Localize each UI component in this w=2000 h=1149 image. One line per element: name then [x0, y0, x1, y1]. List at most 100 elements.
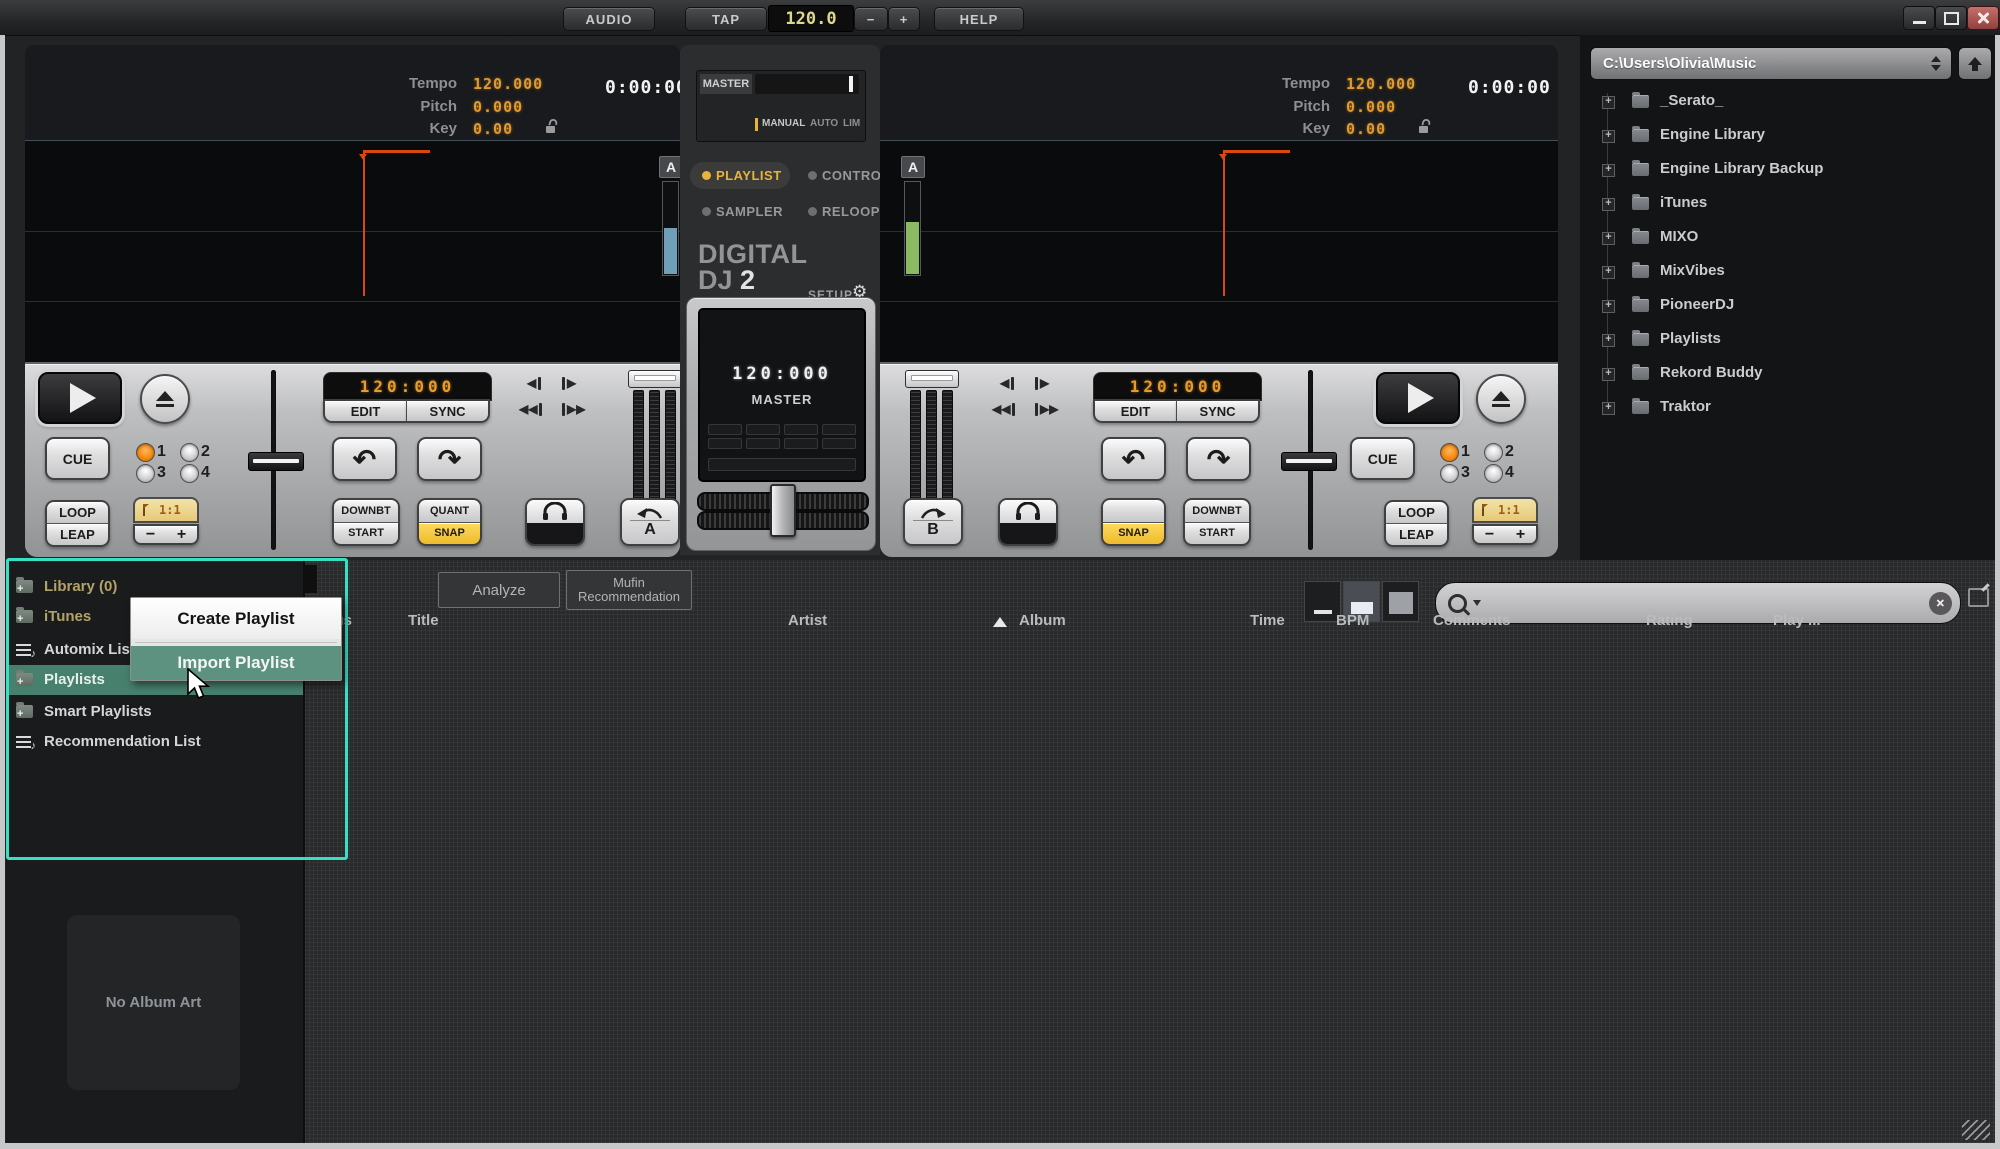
tree-item[interactable]: Playlists — [1660, 330, 1721, 347]
sync-button[interactable]: SYNC — [1177, 399, 1260, 423]
expander-icon[interactable]: + — [1602, 334, 1615, 347]
tree-item[interactable]: PioneerDJ — [1660, 296, 1734, 313]
loop-minus-button[interactable]: − — [146, 526, 155, 544]
eject-button[interactable] — [1476, 374, 1526, 424]
hotcue-3-radio[interactable] — [1440, 464, 1459, 483]
library-item-smart-playlists[interactable]: Smart Playlists — [6, 701, 303, 725]
column-artist[interactable]: Artist — [788, 612, 827, 629]
resize-grip[interactable] — [1962, 1120, 1990, 1140]
tree-item[interactable]: MixVibes — [1660, 262, 1725, 279]
start-button[interactable]: START — [1183, 523, 1251, 547]
redo-button[interactable]: ↷ — [417, 437, 482, 481]
tempo-plus-button[interactable]: + — [888, 7, 920, 31]
search-input[interactable] — [1481, 595, 1929, 612]
downbeat-button[interactable]: DOWNBT — [1183, 498, 1251, 523]
search-filter-arrow-icon[interactable] — [1473, 600, 1481, 606]
column-time[interactable]: Time — [1250, 612, 1285, 629]
lim-mode-label[interactable]: LIM — [843, 118, 860, 129]
seek-fwd-button[interactable]: ▶▶ — [562, 402, 585, 416]
keylock-open-icon[interactable] — [1416, 118, 1433, 134]
maximize-button[interactable] — [1935, 6, 1967, 30]
menu-item-import-playlist[interactable]: Import Playlist — [131, 646, 341, 680]
manual-mode-label[interactable]: MANUAL — [762, 118, 805, 129]
play-button[interactable] — [1376, 372, 1460, 424]
hotcue-1-radio[interactable] — [1440, 443, 1459, 462]
pitch-fader-handle[interactable] — [1281, 452, 1337, 471]
nudge-fwd-button[interactable]: ▶ — [1035, 376, 1049, 390]
expander-icon[interactable]: + — [1602, 198, 1615, 211]
tree-item[interactable]: _Serato_ — [1660, 92, 1723, 109]
expander-icon[interactable]: + — [1602, 402, 1615, 415]
downbeat-button[interactable]: DOWNBT — [332, 498, 400, 523]
crossfader-handle[interactable] — [770, 484, 796, 537]
hotcue-4-radio[interactable] — [1484, 464, 1503, 483]
expander-icon[interactable]: + — [1602, 130, 1615, 143]
close-button[interactable] — [1967, 6, 1999, 30]
sampler-tab[interactable]: SAMPLER — [716, 204, 783, 219]
expander-icon[interactable]: + — [1602, 300, 1615, 313]
expander-icon[interactable]: + — [1602, 164, 1615, 177]
expander-icon[interactable]: + — [1602, 96, 1615, 109]
leap-button[interactable]: LEAP — [1384, 524, 1449, 547]
snap-button[interactable]: SNAP — [1101, 523, 1166, 547]
assign-b-button[interactable]: B — [903, 498, 963, 546]
menu-item-create-playlist[interactable]: Create Playlist — [131, 598, 341, 639]
audio-button[interactable]: AUDIO — [563, 7, 655, 31]
master-volume-handle[interactable] — [849, 76, 853, 92]
hotcue-2-radio[interactable] — [1484, 443, 1503, 462]
assign-a-button[interactable]: A — [620, 498, 680, 546]
nudge-back-button[interactable]: ◀ — [1000, 376, 1014, 390]
seek-back-button[interactable]: ◀◀ — [992, 402, 1015, 416]
deck-b-waveform[interactable]: A — [880, 140, 1558, 363]
tree-item[interactable]: iTunes — [1660, 194, 1707, 211]
help-button[interactable]: HELP — [934, 7, 1024, 31]
folder-up-button[interactable] — [1958, 47, 1992, 80]
auto-mode-label[interactable]: AUTO — [810, 118, 838, 129]
edit-button[interactable]: EDIT — [323, 399, 407, 423]
column-play-count[interactable]: Play ... — [1773, 612, 1821, 629]
playlist-tab[interactable]: PLAYLIST — [716, 168, 782, 183]
volume-fader-handle[interactable] — [905, 370, 959, 388]
expander-icon[interactable]: + — [1602, 232, 1615, 245]
mufin-recommendation-button[interactable]: Mufin Recommendation — [566, 570, 692, 610]
start-button[interactable]: START — [332, 523, 400, 547]
analyze-button[interactable]: Analyze — [438, 572, 560, 608]
volume-fader-handle[interactable] — [628, 370, 682, 388]
clear-search-button[interactable] — [1929, 592, 1952, 615]
sync-button[interactable]: SYNC — [407, 399, 490, 423]
column-title[interactable]: Title — [408, 612, 439, 629]
tap-button[interactable]: TAP — [685, 7, 767, 31]
deck-a-waveform[interactable]: A — [25, 140, 680, 363]
snap-button[interactable]: SNAP — [417, 523, 482, 547]
keylock-open-icon[interactable] — [543, 118, 560, 134]
column-rating[interactable]: Rating — [1646, 612, 1693, 629]
hotcue-3-radio[interactable] — [136, 464, 155, 483]
loop-plus-button[interactable]: + — [177, 526, 186, 544]
edit-button[interactable]: EDIT — [1093, 399, 1177, 423]
seek-back-button[interactable]: ◀◀ — [519, 402, 542, 416]
expander-icon[interactable]: + — [1602, 266, 1615, 279]
view-size-large-button[interactable] — [1382, 581, 1419, 622]
column-album[interactable]: Album — [1019, 612, 1066, 629]
minimize-button[interactable] — [1903, 6, 1935, 30]
tree-item[interactable]: Traktor — [1660, 398, 1711, 415]
tree-item[interactable]: Rekord Buddy — [1660, 364, 1763, 381]
tree-item[interactable]: MIXO — [1660, 228, 1698, 245]
cue-button[interactable]: CUE — [1350, 437, 1415, 480]
loop-plus-button[interactable]: + — [1516, 526, 1525, 544]
loop-button[interactable]: LOOP — [1384, 500, 1449, 524]
hotcue-4-radio[interactable] — [180, 464, 199, 483]
pitch-fader-handle[interactable] — [248, 452, 304, 471]
seek-fwd-button[interactable]: ▶▶ — [1035, 402, 1058, 416]
expander-icon[interactable]: + — [1602, 368, 1615, 381]
undo-button[interactable]: ↶ — [332, 437, 397, 481]
hotcue-2-radio[interactable] — [180, 443, 199, 462]
cue-button[interactable]: CUE — [45, 437, 110, 480]
quant-button[interactable]: QUANT — [417, 498, 482, 523]
loop-minus-button[interactable]: − — [1485, 526, 1494, 544]
tree-item[interactable]: Engine Library Backup — [1660, 160, 1823, 177]
headphone-cue-button[interactable] — [998, 498, 1058, 546]
library-item-recommendation[interactable]: ♪ Recommendation List — [6, 731, 303, 755]
external-window-icon[interactable] — [1968, 588, 1989, 607]
loop-button[interactable]: LOOP — [45, 500, 110, 524]
